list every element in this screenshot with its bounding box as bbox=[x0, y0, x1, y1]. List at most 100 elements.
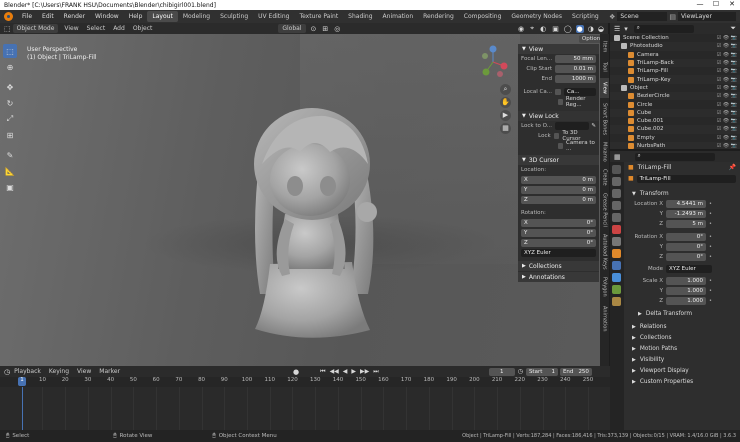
scene-selector[interactable]: Scene bbox=[617, 12, 668, 21]
play-reverse-icon[interactable]: ◀ bbox=[343, 368, 348, 375]
viewport-menu-object[interactable]: Object bbox=[129, 25, 157, 32]
measure-tool-icon[interactable]: 📐 bbox=[3, 164, 17, 178]
outliner-visibility-icon[interactable]: ☑ 👁 📷 bbox=[717, 118, 737, 124]
visibility-icon[interactable]: ◉ bbox=[518, 25, 524, 33]
workspace-tab-modeling[interactable]: Modeling bbox=[178, 11, 215, 22]
timeline-menu-view[interactable]: View bbox=[73, 368, 95, 375]
cursor-rotation-mode-dropdown[interactable]: XYZ Euler bbox=[521, 249, 596, 257]
keyframe-dot-icon[interactable]: • bbox=[709, 254, 712, 260]
rotation-x-field[interactable]: 0° bbox=[666, 233, 706, 241]
3d-viewport[interactable]: User Perspective (1) Object | TriLamp-Fi… bbox=[0, 34, 608, 366]
outliner-visibility-icon[interactable]: ☑ 👁 📷 bbox=[717, 110, 737, 116]
lock-camera-checkbox[interactable] bbox=[558, 143, 564, 149]
chibi-girl-sculpture[interactable] bbox=[230, 94, 390, 344]
menu-window[interactable]: Window bbox=[90, 13, 124, 20]
transform-section-header[interactable]: ▼ Transform bbox=[624, 188, 740, 199]
clip-start-field[interactable]: 0.01 m bbox=[555, 65, 596, 73]
playhead-frame-marker[interactable]: 1 bbox=[18, 377, 26, 386]
keyframe-dot-icon[interactable]: • bbox=[709, 278, 712, 284]
view-section-header[interactable]: ▼ View bbox=[518, 44, 599, 54]
record-icon[interactable]: ● bbox=[293, 368, 299, 376]
local-camera-field[interactable]: Ca... bbox=[564, 88, 596, 96]
workspace-tab-geometry-nodes[interactable]: Geometry Nodes bbox=[506, 11, 567, 22]
menu-edit[interactable]: Edit bbox=[37, 13, 59, 20]
minimize-button[interactable]: — bbox=[692, 0, 708, 8]
tab-create[interactable]: Create bbox=[600, 166, 609, 188]
outliner-editor-icon[interactable]: ☰ bbox=[614, 25, 620, 33]
relations-header[interactable]: ▶ Relations bbox=[624, 321, 740, 332]
workspace-tab-compositing[interactable]: Compositing bbox=[459, 11, 507, 22]
delta-transform-header[interactable]: ▶ Delta Transform bbox=[624, 308, 740, 319]
next-keyframe-icon[interactable]: ▶▶ bbox=[360, 368, 369, 375]
maximize-button[interactable]: ☐ bbox=[708, 0, 724, 8]
tab-mixamo[interactable]: Mixamo bbox=[600, 140, 609, 164]
tab-smart-bones[interactable]: Smart Bones bbox=[600, 100, 609, 138]
timeline-menu-keying[interactable]: Keying bbox=[45, 368, 73, 375]
location-x-field[interactable]: 4.5441 m bbox=[666, 200, 706, 208]
zoom-icon[interactable]: ⌕ bbox=[500, 84, 511, 95]
workspace-tab-scripting[interactable]: Scripting bbox=[567, 11, 604, 22]
tab-polygon[interactable]: Polygon bbox=[600, 274, 609, 300]
viewport-display-header[interactable]: ▶ Viewport Display bbox=[624, 365, 740, 376]
timeline-ruler[interactable]: 1 10 20 30 40 50 60 70 80 90 100 110 120 130 140 150 160… bbox=[0, 377, 610, 387]
outliner-row[interactable]: TriLamp-Fill ☑ 👁 📷 bbox=[610, 67, 740, 75]
perspective-toggle-icon[interactable]: ▦ bbox=[500, 123, 511, 134]
outliner-row[interactable]: BezierCircle ☑ 👁 📷 bbox=[610, 92, 740, 101]
view-layer-selector[interactable]: ViewLayer bbox=[678, 12, 736, 21]
clock-icon[interactable]: ◷ bbox=[518, 368, 523, 375]
properties-editor-icon[interactable]: ▦ bbox=[614, 153, 621, 161]
rotation-z-field[interactable]: 0° bbox=[666, 253, 706, 261]
outliner-search-input[interactable]: ⌕ bbox=[633, 24, 694, 33]
texture-tab-icon[interactable] bbox=[612, 297, 621, 306]
custom-properties-header[interactable]: ▶ Custom Properties bbox=[624, 376, 740, 387]
gizmo-toggle-icon[interactable]: ⌖ bbox=[530, 24, 534, 33]
cursor-rotation-z-field[interactable]: Z 0° bbox=[521, 239, 596, 247]
outliner-row[interactable]: NurbsPath ☑ 👁 📷 bbox=[610, 141, 740, 149]
scale-y-field[interactable]: 1.000 bbox=[666, 287, 706, 295]
lock-3d-cursor-checkbox[interactable] bbox=[553, 133, 560, 139]
location-y-field[interactable]: -1.2493 m bbox=[666, 210, 706, 218]
render-tab-icon[interactable] bbox=[612, 177, 621, 186]
tab-tool[interactable]: Tool bbox=[600, 58, 609, 76]
editor-type-icon[interactable]: ⬚ bbox=[4, 25, 11, 33]
outliner-visibility-icon[interactable]: ☑ 👁 📷 bbox=[717, 126, 737, 132]
outliner-visibility-icon[interactable]: ☑ 👁 📷 bbox=[717, 60, 737, 66]
properties-search-input[interactable]: ⌕ bbox=[634, 152, 715, 161]
motion-paths-header[interactable]: ▶ Motion Paths bbox=[624, 343, 740, 354]
lock-to-object-field[interactable] bbox=[555, 122, 590, 130]
outliner-visibility-icon[interactable]: ☑ 👁 📷 bbox=[717, 52, 737, 58]
menu-file[interactable]: File bbox=[17, 13, 37, 20]
close-button[interactable]: ✕ bbox=[724, 0, 740, 8]
keyframe-dot-icon[interactable]: • bbox=[709, 288, 712, 294]
transform-orientation-dropdown[interactable]: Global bbox=[278, 24, 306, 33]
outliner-row[interactable]: Cube.002 ☑ 👁 📷 bbox=[610, 125, 740, 134]
object-mode-dropdown[interactable]: Object Mode bbox=[12, 24, 59, 33]
workspace-tab-texture-paint[interactable]: Texture Paint bbox=[294, 11, 343, 22]
data-tab-icon[interactable] bbox=[612, 285, 621, 294]
outliner-panel[interactable]: Scene Collection ☑ 👁 📷 Photostudio ☑ 👁 📷 Cam… bbox=[610, 34, 740, 149]
3d-cursor-header[interactable]: ▼ 3D Cursor bbox=[518, 155, 599, 165]
outliner-row[interactable]: Scene Collection ☑ 👁 📷 bbox=[610, 34, 740, 42]
viewport-menu-view[interactable]: View bbox=[60, 25, 82, 32]
shading-solid-icon[interactable]: ● bbox=[575, 24, 584, 33]
jump-start-icon[interactable]: ⏮ bbox=[320, 368, 325, 376]
workspace-tab-sculpting[interactable]: Sculpting bbox=[215, 11, 253, 22]
camera-view-icon[interactable]: ▶ bbox=[500, 110, 511, 121]
outliner-visibility-icon[interactable]: ☑ 👁 📷 bbox=[717, 85, 737, 91]
tab-animation[interactable]: Animation bbox=[600, 302, 609, 336]
workspace-tab-layout[interactable]: Layout bbox=[147, 11, 178, 22]
visibility-header[interactable]: ▶ Visibility bbox=[624, 354, 740, 365]
move-tool-icon[interactable]: ✥ bbox=[3, 80, 17, 94]
annotations-header[interactable]: ▶ Annotations bbox=[518, 272, 599, 282]
select-box-tool-icon[interactable]: ⬚ bbox=[3, 44, 17, 58]
outliner-row[interactable]: Photostudio ☑ 👁 📷 bbox=[610, 42, 740, 51]
focal-length-field[interactable]: 50 mm bbox=[555, 55, 596, 63]
timeline-menu-playback[interactable]: Playback bbox=[10, 368, 45, 375]
cursor-location-z-field[interactable]: Z0 m bbox=[521, 196, 596, 204]
play-icon[interactable]: ▶ bbox=[351, 368, 356, 375]
prev-keyframe-icon[interactable]: ◀◀ bbox=[330, 368, 339, 375]
annotate-tool-icon[interactable]: ✎ bbox=[3, 148, 17, 162]
collections-header[interactable]: ▶ Collections bbox=[518, 261, 599, 271]
object-tab-icon[interactable] bbox=[612, 249, 621, 258]
cursor-location-x-field[interactable]: X0 m bbox=[521, 176, 596, 184]
